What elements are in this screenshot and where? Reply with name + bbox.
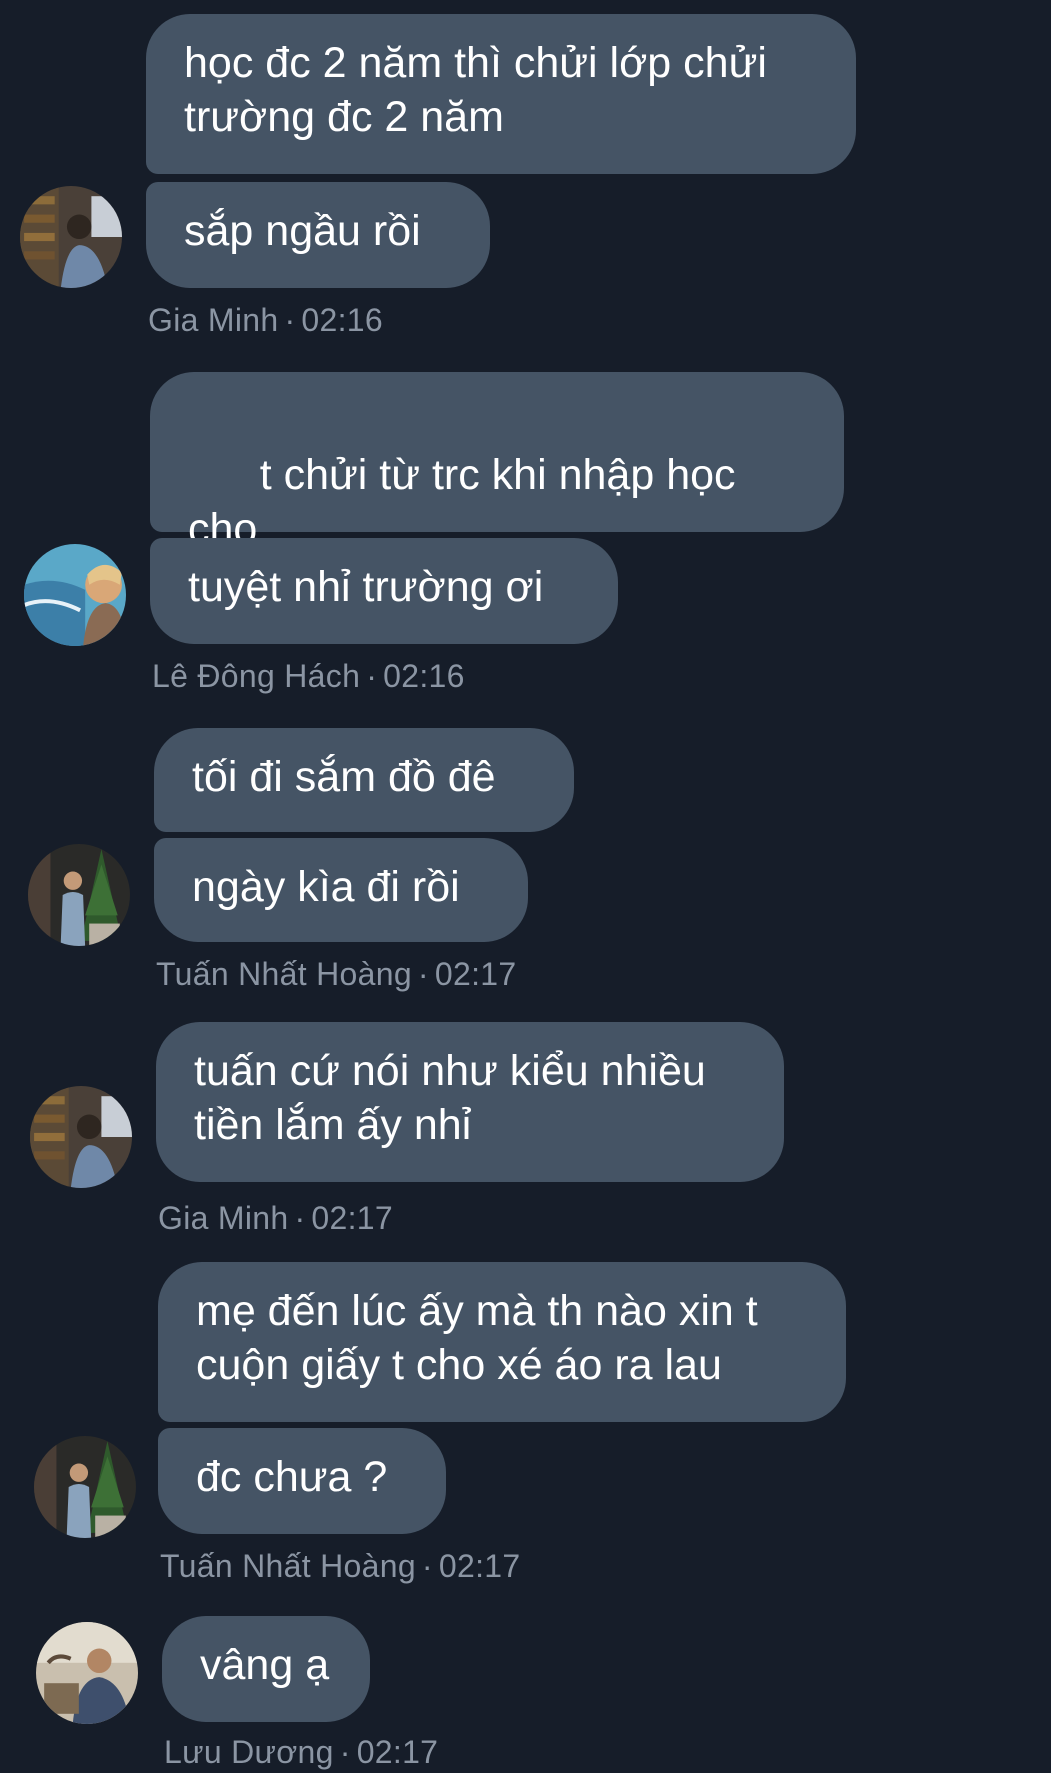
message-bubble[interactable]: mẹ đến lúc ấy mà th nào xin t cuộn giấy … — [158, 1262, 846, 1422]
tuan-nhat-hoang-avatar[interactable] — [28, 844, 130, 946]
meta-separator: · — [294, 1200, 306, 1236]
message-bubble[interactable]: sắp ngầu rồi — [146, 182, 490, 288]
le-dong-hach-avatar-image — [24, 544, 126, 646]
le-dong-hach-avatar[interactable] — [24, 544, 126, 646]
luu-duong-avatar-image — [36, 1622, 138, 1724]
message-meta: Tuấn Nhất Hoàng · 02:17 — [156, 956, 516, 993]
message-meta: Gia Minh · 02:16 — [148, 302, 383, 339]
tuan-nhat-hoang-avatar[interactable] — [34, 1436, 136, 1538]
message-bubble[interactable]: tuyệt nhỉ trường ơi — [150, 538, 618, 644]
tuan-nhat-hoang-avatar-image — [34, 1436, 136, 1538]
timestamp: 02:17 — [434, 956, 517, 992]
gia-minh-avatar-image — [20, 186, 122, 288]
luu-duong-avatar[interactable] — [36, 1622, 138, 1724]
timestamp: 02:17 — [356, 1734, 439, 1770]
message-bubble[interactable]: vâng ạ — [162, 1616, 370, 1722]
message-bubble[interactable]: học đc 2 năm thì chửi lớp chửi trường đc… — [146, 14, 856, 174]
sender-name: Tuấn Nhất Hoàng — [156, 956, 412, 992]
gia-minh-avatar-image — [30, 1086, 132, 1188]
timestamp: 02:17 — [438, 1548, 521, 1584]
message-meta: Lê Đông Hách · 02:16 — [152, 658, 465, 695]
timestamp: 02:16 — [383, 658, 465, 694]
sender-name: Lê Đông Hách — [152, 658, 361, 694]
meta-separator: · — [366, 658, 378, 694]
sender-name: Tuấn Nhất Hoàng — [160, 1548, 416, 1584]
message-bubble[interactable]: t chửi từ trc khi nhập học cho đến giờ🥰 — [150, 372, 844, 607]
meta-separator: · — [417, 956, 429, 992]
timestamp: 02:16 — [301, 302, 383, 338]
message-bubble[interactable]: tuấn cứ nói như kiểu nhiều tiền lắm ấy n… — [156, 1022, 784, 1182]
meta-separator: · — [421, 1548, 433, 1584]
message-meta: Gia Minh · 02:17 — [158, 1200, 393, 1237]
message-bubble[interactable]: tối đi sắm đồ đê — [154, 728, 574, 832]
chat-thread: học đc 2 năm thì chửi lớp chửi trường đc… — [0, 0, 1051, 1773]
sender-name: Gia Minh — [148, 302, 279, 338]
meta-separator: · — [284, 302, 296, 338]
timestamp: 02:17 — [311, 1200, 393, 1236]
message-meta: Tuấn Nhất Hoàng · 02:17 — [160, 1548, 520, 1585]
message-bubble[interactable]: đc chưa ? — [158, 1428, 446, 1534]
meta-separator: · — [339, 1734, 351, 1770]
gia-minh-avatar[interactable] — [20, 186, 122, 288]
sender-name: Lưu Dương — [164, 1734, 334, 1770]
sender-name: Gia Minh — [158, 1200, 289, 1236]
tuan-nhat-hoang-avatar-image — [28, 844, 130, 946]
gia-minh-avatar[interactable] — [30, 1086, 132, 1188]
message-meta: Lưu Dương · 02:17 — [164, 1734, 438, 1771]
message-bubble[interactable]: ngày kìa đi rồi — [154, 838, 528, 942]
